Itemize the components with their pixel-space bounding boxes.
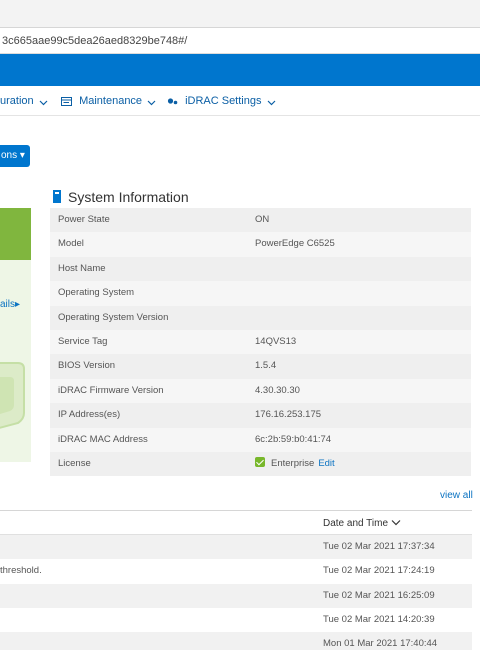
license-value: Enterprise Edit bbox=[255, 452, 335, 476]
license-type: Enterprise bbox=[271, 457, 315, 469]
idrac-settings-icon bbox=[167, 95, 178, 107]
table-row[interactable]: Tue 02 Mar 2021 17:37:34 bbox=[0, 535, 472, 560]
table-row: License Enterprise Edit bbox=[50, 451, 471, 477]
log-date: Tue 02 Mar 2021 17:24:19 bbox=[323, 565, 435, 577]
info-label: Operating System Version bbox=[58, 311, 169, 323]
table-row: Power State ON bbox=[50, 208, 471, 233]
system-information-heading: System Information bbox=[53, 189, 189, 205]
table-row[interactable]: threshold. Tue 02 Mar 2021 17:24:19 bbox=[0, 559, 472, 583]
chevron-down-icon bbox=[391, 518, 401, 529]
table-row[interactable]: Tue 02 Mar 2021 16:25:09 bbox=[0, 583, 472, 608]
info-value: 4.30.30.30 bbox=[255, 384, 300, 396]
info-label: IP Address(es) bbox=[58, 409, 121, 421]
nav-configuration-label: uration bbox=[0, 95, 34, 107]
info-value: PowerEdge C6525 bbox=[255, 238, 335, 250]
info-label: Service Tag bbox=[58, 335, 108, 347]
health-status-banner bbox=[0, 208, 31, 260]
info-label: Operating System bbox=[58, 287, 135, 299]
view-details-label: ails bbox=[0, 299, 16, 310]
nav-maintenance-label: Maintenance bbox=[79, 95, 143, 107]
info-value: ON bbox=[255, 214, 270, 225]
actions-label: ons bbox=[1, 150, 18, 161]
table-row: Service Tag 14QVS13 bbox=[50, 329, 471, 355]
view-details-link[interactable]: ails▸ bbox=[0, 299, 20, 310]
table-header: Date and Time bbox=[0, 511, 472, 535]
chevron-down-icon bbox=[267, 95, 276, 107]
nav-configuration[interactable]: uration bbox=[0, 95, 48, 107]
log-message: threshold. bbox=[0, 565, 42, 577]
table-row: iDRAC Firmware Version 4.30.30.30 bbox=[50, 378, 471, 404]
caret-down-icon: ▾ bbox=[19, 150, 25, 161]
table-row: Model PowerEdge C6525 bbox=[50, 232, 471, 257]
chevron-down-icon bbox=[147, 95, 156, 107]
log-date: Tue 02 Mar 2021 16:25:09 bbox=[323, 589, 435, 601]
idrac-header-bar bbox=[0, 54, 480, 86]
nav-maintenance[interactable]: Maintenance bbox=[61, 95, 156, 107]
nav-idrac-settings[interactable]: iDRAC Settings bbox=[167, 95, 276, 107]
recent-logs-table: Date and Time Tue 02 Mar 2021 17:37:34 t… bbox=[0, 510, 472, 650]
info-value: 6c:2b:59:b0:41:74 bbox=[255, 433, 332, 445]
date-time-header-label: Date and Time bbox=[323, 518, 389, 529]
browser-toolbar bbox=[0, 0, 480, 28]
chevron-right-icon: ▸ bbox=[15, 299, 21, 310]
table-row: Host Name bbox=[50, 256, 471, 282]
view-all-logs-link[interactable]: view all bbox=[440, 490, 473, 501]
info-label: iDRAC Firmware Version bbox=[58, 384, 164, 396]
info-value: 176.16.253.175 bbox=[255, 409, 322, 421]
info-label: Host Name bbox=[58, 262, 106, 274]
table-row[interactable]: Tue 02 Mar 2021 14:20:39 bbox=[0, 608, 472, 632]
info-value: 14QVS13 bbox=[255, 335, 297, 347]
nav-idrac-settings-label: iDRAC Settings bbox=[185, 95, 262, 107]
health-shield-icon bbox=[0, 355, 30, 435]
log-date: Tue 02 Mar 2021 17:37:34 bbox=[323, 541, 435, 552]
system-information-title: System Information bbox=[68, 189, 189, 205]
info-label: License bbox=[58, 457, 91, 469]
address-bar[interactable]: 3c665aae99c5dea26aed8329be748#/ bbox=[0, 28, 480, 54]
system-information-table: Power State ON Model PowerEdge C6525 Hos… bbox=[50, 208, 471, 477]
main-nav: uration Maintenance iDRAC Settings bbox=[0, 86, 480, 116]
maintenance-icon bbox=[61, 95, 72, 107]
chevron-down-icon bbox=[39, 95, 48, 107]
table-row: iDRAC MAC Address 6c:2b:59:b0:41:74 bbox=[50, 427, 471, 452]
date-time-column-header[interactable]: Date and Time bbox=[323, 518, 401, 529]
info-label: BIOS Version bbox=[58, 360, 116, 372]
info-icon bbox=[53, 190, 61, 203]
log-date: Tue 02 Mar 2021 14:20:39 bbox=[323, 613, 435, 625]
table-row: Operating System Version bbox=[50, 305, 471, 330]
table-row: BIOS Version 1.5.4 bbox=[50, 354, 471, 379]
info-label: Model bbox=[58, 238, 84, 250]
table-row: IP Address(es) 176.16.253.175 bbox=[50, 403, 471, 428]
checkbox-checked-icon bbox=[255, 456, 265, 467]
actions-dropdown-button[interactable]: ons ▾ bbox=[0, 145, 30, 167]
info-value: 1.5.4 bbox=[255, 360, 277, 372]
table-row[interactable]: Mon 01 Mar 2021 17:40:44 bbox=[0, 632, 472, 650]
table-row: Operating System bbox=[50, 281, 471, 306]
log-date: Mon 01 Mar 2021 17:40:44 bbox=[323, 638, 438, 650]
license-edit-link[interactable]: Edit bbox=[318, 458, 334, 469]
info-label: iDRAC MAC Address bbox=[58, 433, 148, 445]
info-label: Power State bbox=[58, 214, 110, 225]
